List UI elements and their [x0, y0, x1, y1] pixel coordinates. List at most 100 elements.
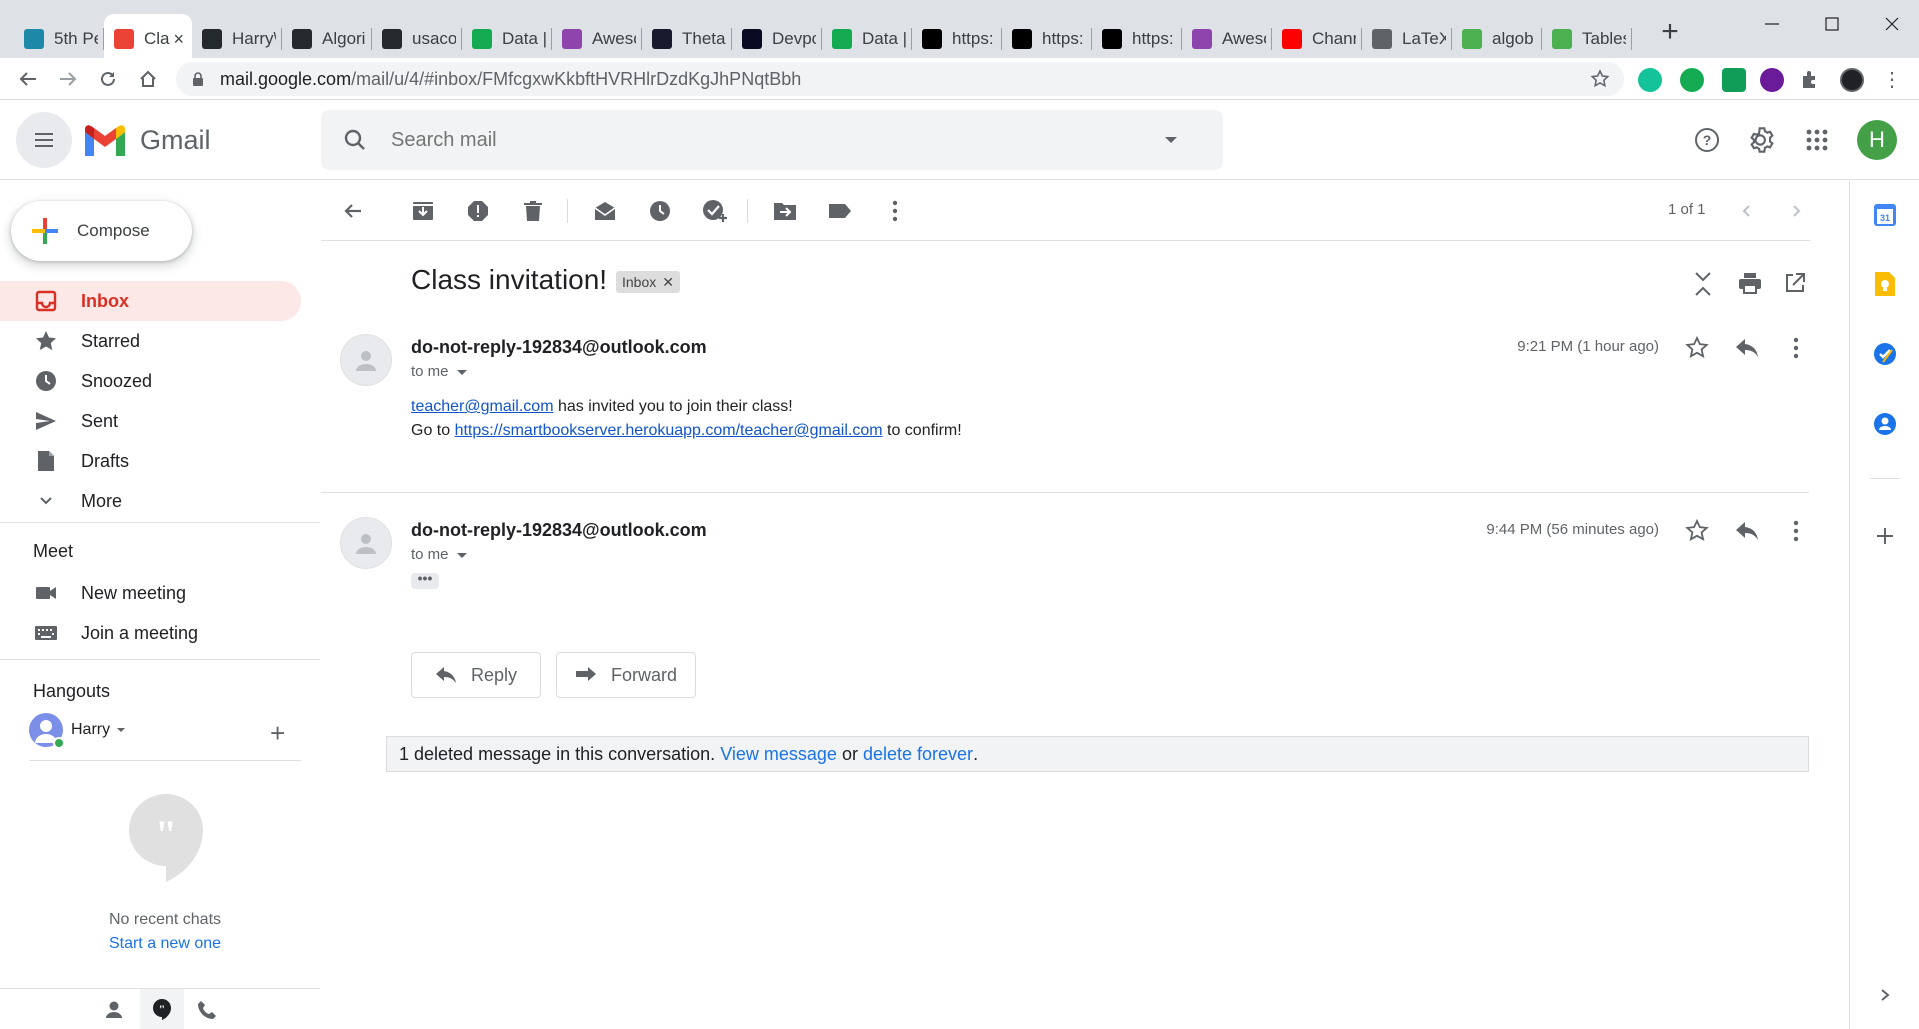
close-tab-icon[interactable]: × — [173, 29, 184, 50]
message-more-button[interactable] — [1782, 517, 1810, 545]
browser-tab[interactable]: Devpc — [732, 14, 822, 64]
labels-button[interactable] — [822, 193, 858, 229]
reply-message-button[interactable] — [1733, 334, 1761, 362]
browser-tab[interactable]: algob — [1452, 14, 1542, 64]
search-icon[interactable] — [343, 128, 367, 152]
nav-item-sent[interactable]: Sent — [0, 401, 301, 441]
search-bar[interactable] — [321, 110, 1223, 170]
older-button[interactable] — [1778, 193, 1814, 229]
google-apps-button[interactable] — [1795, 118, 1839, 162]
keep-button[interactable] — [1871, 270, 1899, 298]
start-new-chat-link[interactable]: Start a new one — [0, 935, 330, 953]
delete-button[interactable] — [515, 193, 551, 229]
browser-tab[interactable]: Algori — [282, 14, 372, 64]
browser-tab[interactable]: Data | — [462, 14, 552, 64]
forward-button[interactable]: Forward — [556, 652, 696, 698]
browser-tab[interactable]: Awesc — [1182, 14, 1272, 64]
search-options-dropdown-icon[interactable] — [1163, 132, 1179, 148]
star-message-button[interactable] — [1683, 517, 1711, 545]
remove-label-icon[interactable]: ✕ — [662, 274, 674, 291]
nav-item-inbox[interactable]: Inbox — [0, 281, 301, 321]
puzzle-extensions-icon[interactable] — [1798, 68, 1822, 92]
back-button[interactable] — [11, 62, 45, 96]
calendar-button[interactable]: 31 — [1871, 201, 1899, 229]
bookmark-star-icon[interactable] — [1590, 69, 1610, 89]
browser-tab[interactable]: Tables — [1542, 14, 1632, 64]
hangouts-user-menu[interactable]: Harry — [71, 721, 126, 739]
support-button[interactable]: ? — [1685, 118, 1729, 162]
nav-item-starred[interactable]: Starred — [0, 321, 301, 361]
contacts-button[interactable] — [1871, 410, 1899, 438]
nav-item-join-meeting[interactable]: Join a meeting — [0, 613, 301, 653]
main-menu-button[interactable] — [16, 112, 72, 168]
evernote-extension-icon[interactable] — [1680, 68, 1704, 92]
reply-message-button[interactable] — [1733, 517, 1761, 545]
recipients-toggle[interactable]: to me — [411, 546, 467, 563]
close-window-button[interactable] — [1862, 4, 1919, 44]
omnibox[interactable]: mail.google.com/mail/u/4/#inbox/FMfcgxwK… — [176, 62, 1624, 96]
browser-tab[interactable]: usaco — [372, 14, 462, 64]
hangouts-tab[interactable]: " — [140, 989, 184, 1029]
home-button[interactable] — [131, 62, 165, 96]
message-more-button[interactable] — [1782, 334, 1810, 362]
forward-button[interactable] — [51, 62, 85, 96]
profile-avatar[interactable] — [1840, 68, 1864, 92]
browser-tab[interactable]: https: — [912, 14, 1002, 64]
browser-tab[interactable]: LaTeX — [1362, 14, 1452, 64]
browser-tab[interactable]: Data | — [822, 14, 912, 64]
reload-button[interactable] — [91, 62, 125, 96]
browser-tab[interactable]: Awesc — [552, 14, 642, 64]
nav-item-snoozed[interactable]: Snoozed — [0, 361, 301, 401]
open-new-window-button[interactable] — [1784, 272, 1806, 294]
browser-tab[interactable]: Cla × — [104, 14, 192, 64]
mark-unread-button[interactable] — [587, 193, 623, 229]
browser-tab[interactable]: https: — [1092, 14, 1182, 64]
star-message-button[interactable] — [1683, 334, 1711, 362]
color-extension-icon[interactable] — [1760, 68, 1784, 92]
contacts-tab[interactable] — [103, 999, 125, 1021]
view-message-link[interactable]: View message — [720, 744, 837, 765]
browser-tab[interactable]: Theta — [642, 14, 732, 64]
maximize-button[interactable] — [1802, 4, 1862, 44]
browser-tab[interactable]: Chanr — [1272, 14, 1362, 64]
hide-side-panel-button[interactable] — [1871, 981, 1899, 1009]
collapse-all-button[interactable] — [1691, 270, 1715, 298]
browser-tab[interactable]: 5th Pe — [14, 14, 104, 64]
newer-button[interactable] — [1729, 193, 1765, 229]
nav-item-drafts[interactable]: Drafts — [0, 441, 301, 481]
snooze-button[interactable] — [642, 193, 678, 229]
nav-item-more[interactable]: More — [0, 481, 301, 521]
hangouts-user-avatar[interactable] — [29, 713, 65, 749]
browser-tab[interactable]: https: — [1002, 14, 1092, 64]
account-avatar[interactable]: H — [1857, 120, 1897, 160]
add-to-tasks-button[interactable] — [697, 193, 733, 229]
teacher-email-link[interactable]: teacher@gmail.com — [411, 398, 554, 415]
reply-button[interactable]: Reply — [411, 652, 541, 698]
archive-button[interactable] — [405, 193, 441, 229]
report-spam-button[interactable] — [460, 193, 496, 229]
recipients-toggle[interactable]: to me — [411, 363, 467, 380]
sender-email[interactable]: do-not-reply-192834@outlook.com — [411, 337, 707, 358]
nav-item-new-meeting[interactable]: New meeting — [0, 573, 301, 613]
show-trimmed-content-button[interactable]: ••• — [411, 571, 439, 589]
settings-button[interactable] — [1740, 118, 1784, 162]
confirm-url-link[interactable]: https://smartbookserver.herokuapp.com/te… — [455, 422, 883, 439]
shield-extension-icon[interactable] — [1722, 68, 1746, 92]
gmail-logo[interactable]: Gmail — [82, 122, 211, 158]
back-to-inbox-button[interactable] — [335, 193, 371, 229]
new-conversation-button[interactable]: + — [270, 718, 285, 749]
move-to-button[interactable] — [767, 193, 803, 229]
kebab-menu-icon[interactable]: ⋮ — [1880, 68, 1904, 92]
browser-tab[interactable]: Harry\ — [192, 14, 282, 64]
phone-tab[interactable] — [196, 999, 218, 1021]
minimize-button[interactable] — [1742, 4, 1802, 44]
tasks-button[interactable] — [1871, 340, 1899, 368]
print-all-button[interactable] — [1738, 271, 1762, 295]
more-actions-button[interactable] — [877, 193, 913, 229]
delete-forever-link[interactable]: delete forever — [863, 744, 973, 765]
sender-email[interactable]: do-not-reply-192834@outlook.com — [411, 520, 707, 541]
get-addons-button[interactable] — [1871, 522, 1899, 550]
grammarly-extension-icon[interactable] — [1638, 68, 1662, 92]
search-input[interactable] — [391, 128, 1151, 152]
new-tab-button[interactable]: + — [1652, 14, 1688, 50]
